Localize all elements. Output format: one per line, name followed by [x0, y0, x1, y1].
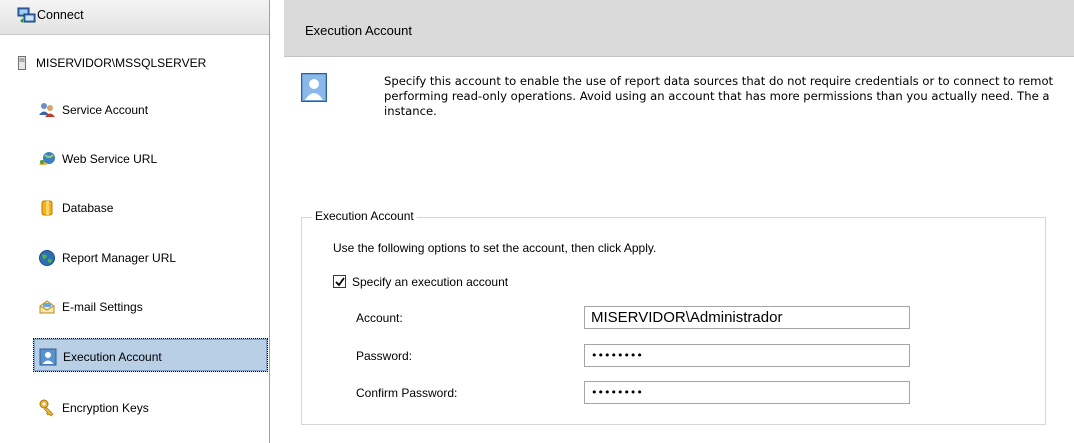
main-pane: Execution Account Specify this account t… [284, 0, 1074, 443]
nav-item-execution-account[interactable]: Execution Account [33, 338, 268, 372]
nav-item-report-manager-url[interactable]: Report Manager URL [33, 240, 268, 274]
navigation-pane: Connect MISERVIDOR\MSSQLSERVER Service A… [0, 0, 270, 443]
user-account-icon [39, 348, 57, 366]
server-name: MISERVIDOR\MSSQLSERVER [36, 56, 207, 70]
nav-item-label: E-mail Settings [62, 300, 143, 314]
web-service-icon [39, 152, 55, 165]
users-icon [39, 103, 55, 117]
nav-item-label: Encryption Keys [62, 401, 149, 415]
nav-item-database[interactable]: Database [33, 190, 268, 224]
connect-icon [17, 7, 36, 23]
nav-item-label: Execution Account [63, 350, 162, 364]
password-label: Password: [356, 349, 413, 363]
execution-account-group: Execution Account Use the following opti… [301, 209, 1046, 425]
description-line: instance. [384, 104, 437, 118]
nav-item-label: Service Account [62, 103, 149, 117]
checkbox[interactable] [333, 275, 346, 288]
instructions-text: Use the following options to set the acc… [333, 241, 657, 255]
nav-item-label: Web Service URL [62, 152, 158, 166]
group-legend: Execution Account [312, 209, 417, 223]
account-label: Account: [356, 311, 403, 325]
description-line: Specify this account to enable the use o… [384, 74, 1054, 88]
connect-label: Connect [37, 8, 84, 22]
confirm-password-label: Confirm Password: [356, 386, 458, 400]
checkbox-label: Specify an execution account [352, 275, 509, 289]
server-icon [18, 56, 26, 70]
key-icon [39, 399, 54, 417]
nav-item-web-service-url[interactable]: Web Service URL [33, 141, 268, 175]
database-icon [41, 200, 53, 216]
description-line: performing read-only operations. Avoid u… [384, 89, 1050, 103]
description-text: Specify this account to enable the use o… [384, 74, 1074, 119]
nav-item-encryption-keys[interactable]: Encryption Keys [33, 390, 268, 424]
user-account-icon [301, 73, 327, 102]
email-icon [39, 300, 55, 314]
password-input[interactable]: •••••••• [584, 344, 910, 367]
nav-item-service-account[interactable]: Service Account [33, 92, 268, 126]
globe-icon [39, 250, 55, 266]
nav-item-label: Report Manager URL [62, 251, 177, 265]
nav-item-label: Database [62, 201, 114, 215]
checkmark-icon [335, 277, 345, 287]
account-input[interactable]: MISERVIDOR\Administrador [584, 306, 910, 329]
page-header: Execution Account [284, 0, 1074, 57]
nav-item-email-settings[interactable]: E-mail Settings [33, 289, 268, 323]
connect-button[interactable]: Connect [0, 0, 269, 35]
page-title: Execution Account [305, 23, 412, 38]
confirm-password-input[interactable]: •••••••• [584, 381, 910, 404]
